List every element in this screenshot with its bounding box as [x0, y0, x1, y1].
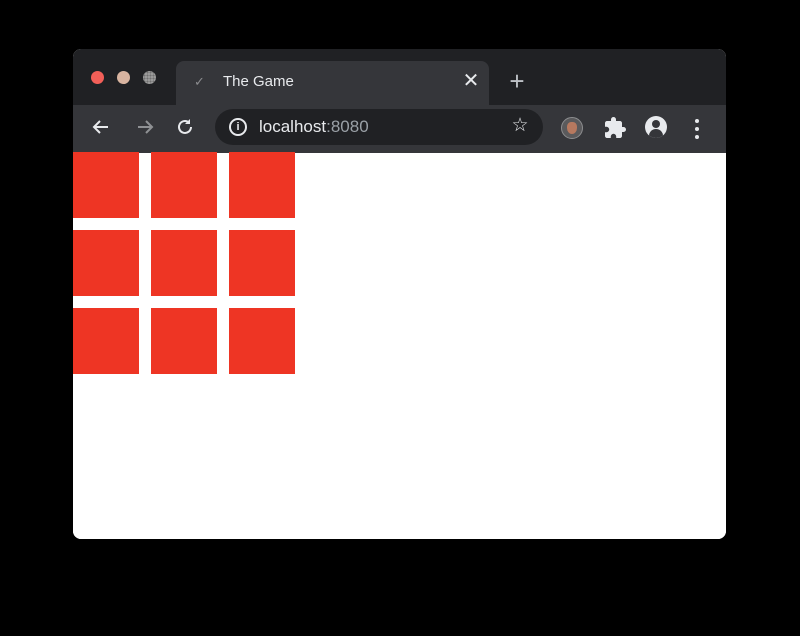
page-content — [73, 152, 726, 539]
browser-toolbar: i localhost:8080 ☆ — [73, 105, 726, 153]
forward-button[interactable] — [133, 117, 157, 141]
game-tile-r1-c3[interactable] — [229, 152, 295, 218]
browser-window: ✓ The Game ✕ + i localhost:8080 ☆ — [73, 49, 726, 539]
back-button[interactable] — [89, 117, 113, 141]
extension-icon[interactable] — [561, 117, 583, 139]
tab-strip: ✓ The Game ✕ + — [73, 49, 726, 105]
url-text[interactable]: localhost:8080 — [259, 117, 369, 137]
window-minimize-button[interactable] — [117, 71, 130, 84]
close-icon[interactable]: ✕ — [460, 70, 482, 92]
reload-button[interactable] — [173, 117, 197, 141]
reload-icon — [178, 119, 192, 134]
url-host: localhost — [259, 117, 327, 136]
new-tab-button[interactable]: + — [503, 68, 531, 96]
game-tile-r1-c1[interactable] — [73, 152, 139, 218]
extensions-puzzle-icon[interactable] — [603, 116, 627, 140]
game-tile-r2-c1[interactable] — [73, 230, 139, 296]
window-close-button[interactable] — [91, 71, 104, 84]
game-tile-r3-c1[interactable] — [73, 308, 139, 374]
url-port: :8080 — [326, 117, 369, 136]
game-tile-r2-c2[interactable] — [151, 230, 217, 296]
game-tile-r3-c2[interactable] — [151, 308, 217, 374]
arrow-right-icon — [138, 120, 154, 134]
check-icon: ✓ — [194, 74, 205, 89]
address-bar[interactable]: i localhost:8080 ☆ — [215, 109, 543, 145]
game-tile-r2-c3[interactable] — [229, 230, 295, 296]
bookmark-star-icon[interactable]: ☆ — [509, 115, 531, 137]
tab-title: The Game — [223, 73, 294, 90]
tab-the-game[interactable]: ✓ The Game ✕ — [176, 61, 489, 105]
game-tile-r3-c3[interactable] — [229, 308, 295, 374]
profile-icon[interactable] — [645, 116, 667, 138]
arrow-left-icon — [92, 120, 108, 134]
window-maximize-button[interactable] — [143, 71, 156, 84]
game-tile-r1-c2[interactable] — [151, 152, 217, 218]
info-icon[interactable]: i — [229, 118, 247, 136]
more-menu-icon[interactable] — [689, 117, 705, 141]
